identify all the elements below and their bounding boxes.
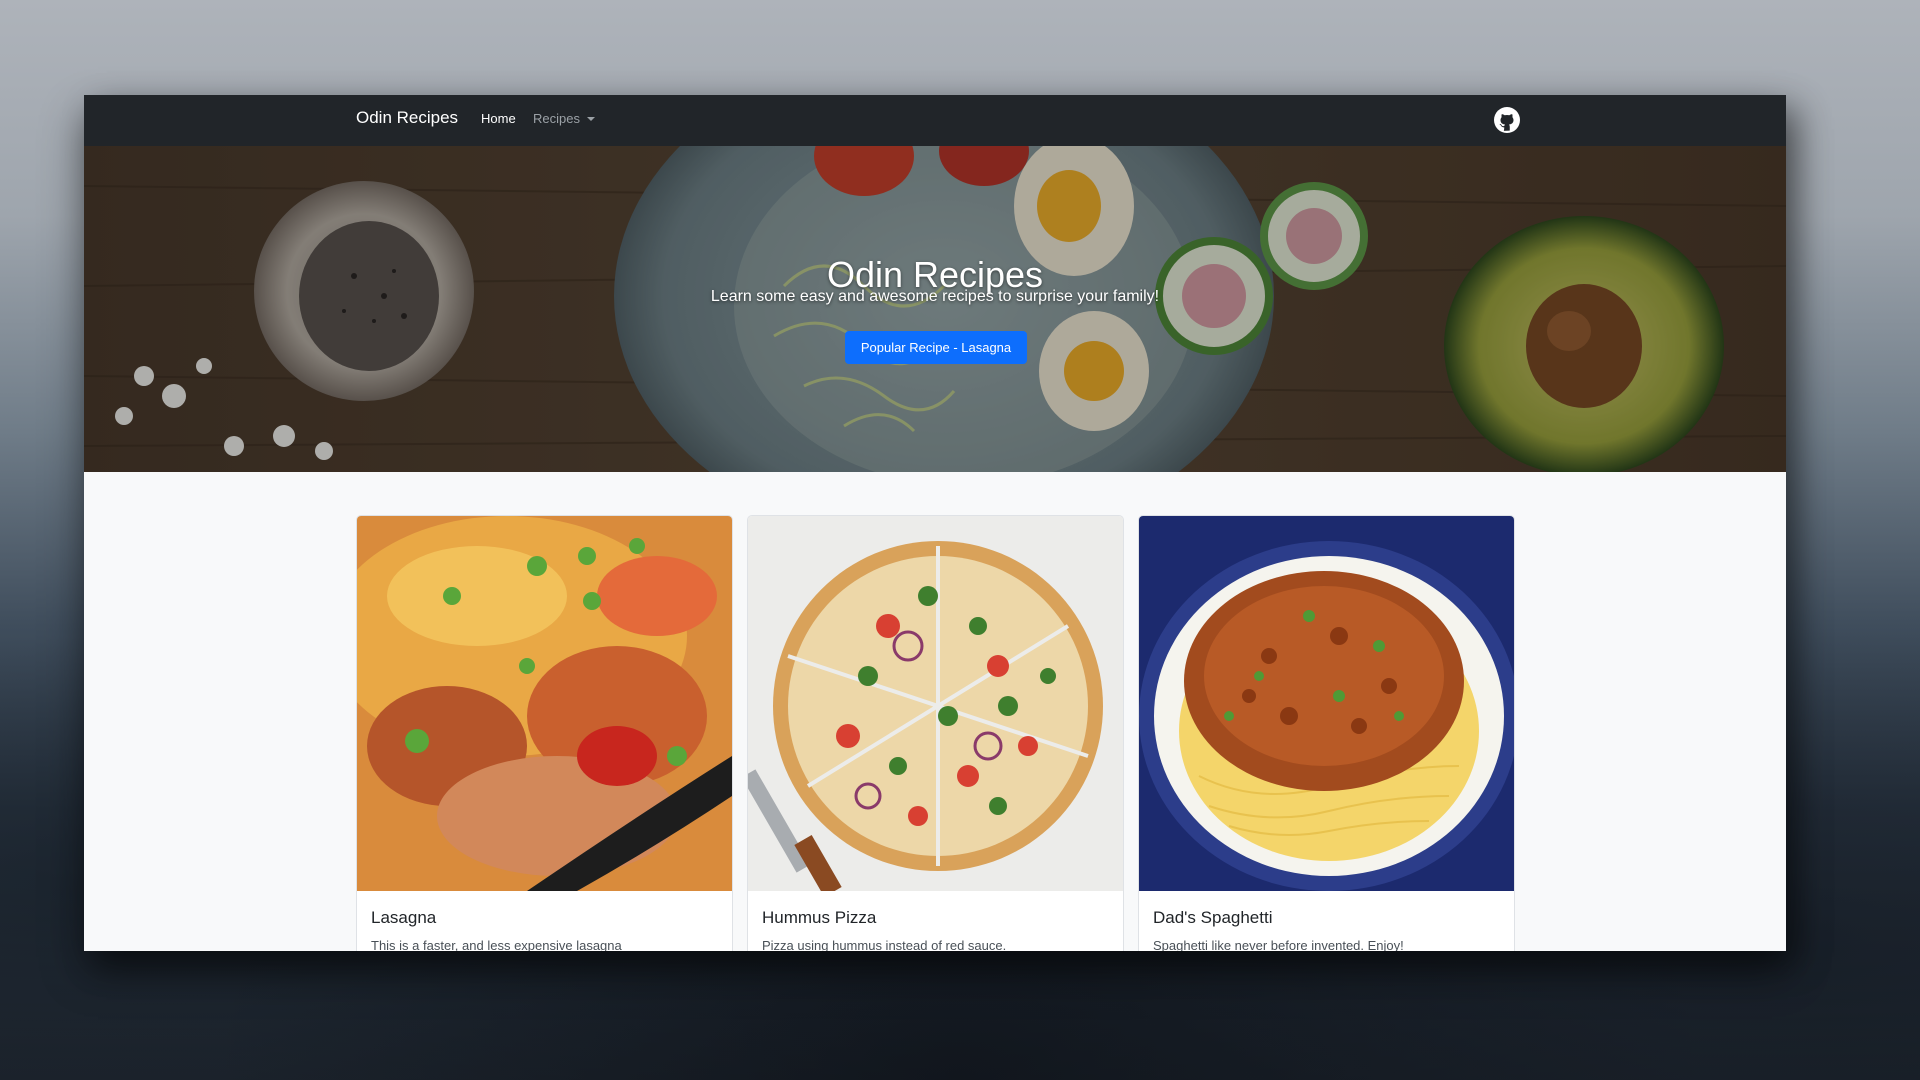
navbar: Odin Recipes Home Recipes <box>84 95 1786 146</box>
recipe-card-dads-spaghetti[interactable]: Dad's Spaghetti Spaghetti like never bef… <box>1138 515 1515 951</box>
popular-recipe-button[interactable]: Popular Recipe - Lasagna <box>845 331 1027 364</box>
card-text: Pizza using hummus instead of red sauce. <box>762 938 1007 951</box>
lasagna-image <box>357 516 732 891</box>
nav-recipes-dropdown[interactable]: Recipes <box>533 111 595 126</box>
card-title: Dad's Spaghetti <box>1153 908 1273 927</box>
card-title: Lasagna <box>371 908 437 927</box>
hummus-pizza-image <box>748 516 1123 891</box>
spaghetti-image <box>1139 516 1514 891</box>
navbar-brand[interactable]: Odin Recipes <box>356 108 458 128</box>
nav-home-link[interactable]: Home <box>481 111 516 126</box>
card-text: This is a faster, and less expensive las… <box>371 938 622 951</box>
recipe-card-hummus-pizza[interactable]: Hummus Pizza Pizza using hummus instead … <box>747 515 1124 951</box>
hero-banner: Odin Recipes Learn some easy and awesome… <box>84 146 1786 472</box>
chevron-down-icon <box>586 117 595 121</box>
card-title: Hummus Pizza <box>762 908 877 927</box>
browser-window: Odin Recipes Home Recipes Odin Recipes L… <box>84 95 1786 951</box>
hero-subtitle: Learn some easy and awesome recipes to s… <box>710 288 1160 305</box>
card-text: Spaghetti like never before invented. En… <box>1153 938 1404 951</box>
nav-recipes-label: Recipes <box>533 111 580 126</box>
hero-background-image <box>84 146 1786 472</box>
github-icon[interactable] <box>1494 107 1520 133</box>
recipe-card-lasagna[interactable]: Lasagna This is a faster, and less expen… <box>356 515 733 951</box>
